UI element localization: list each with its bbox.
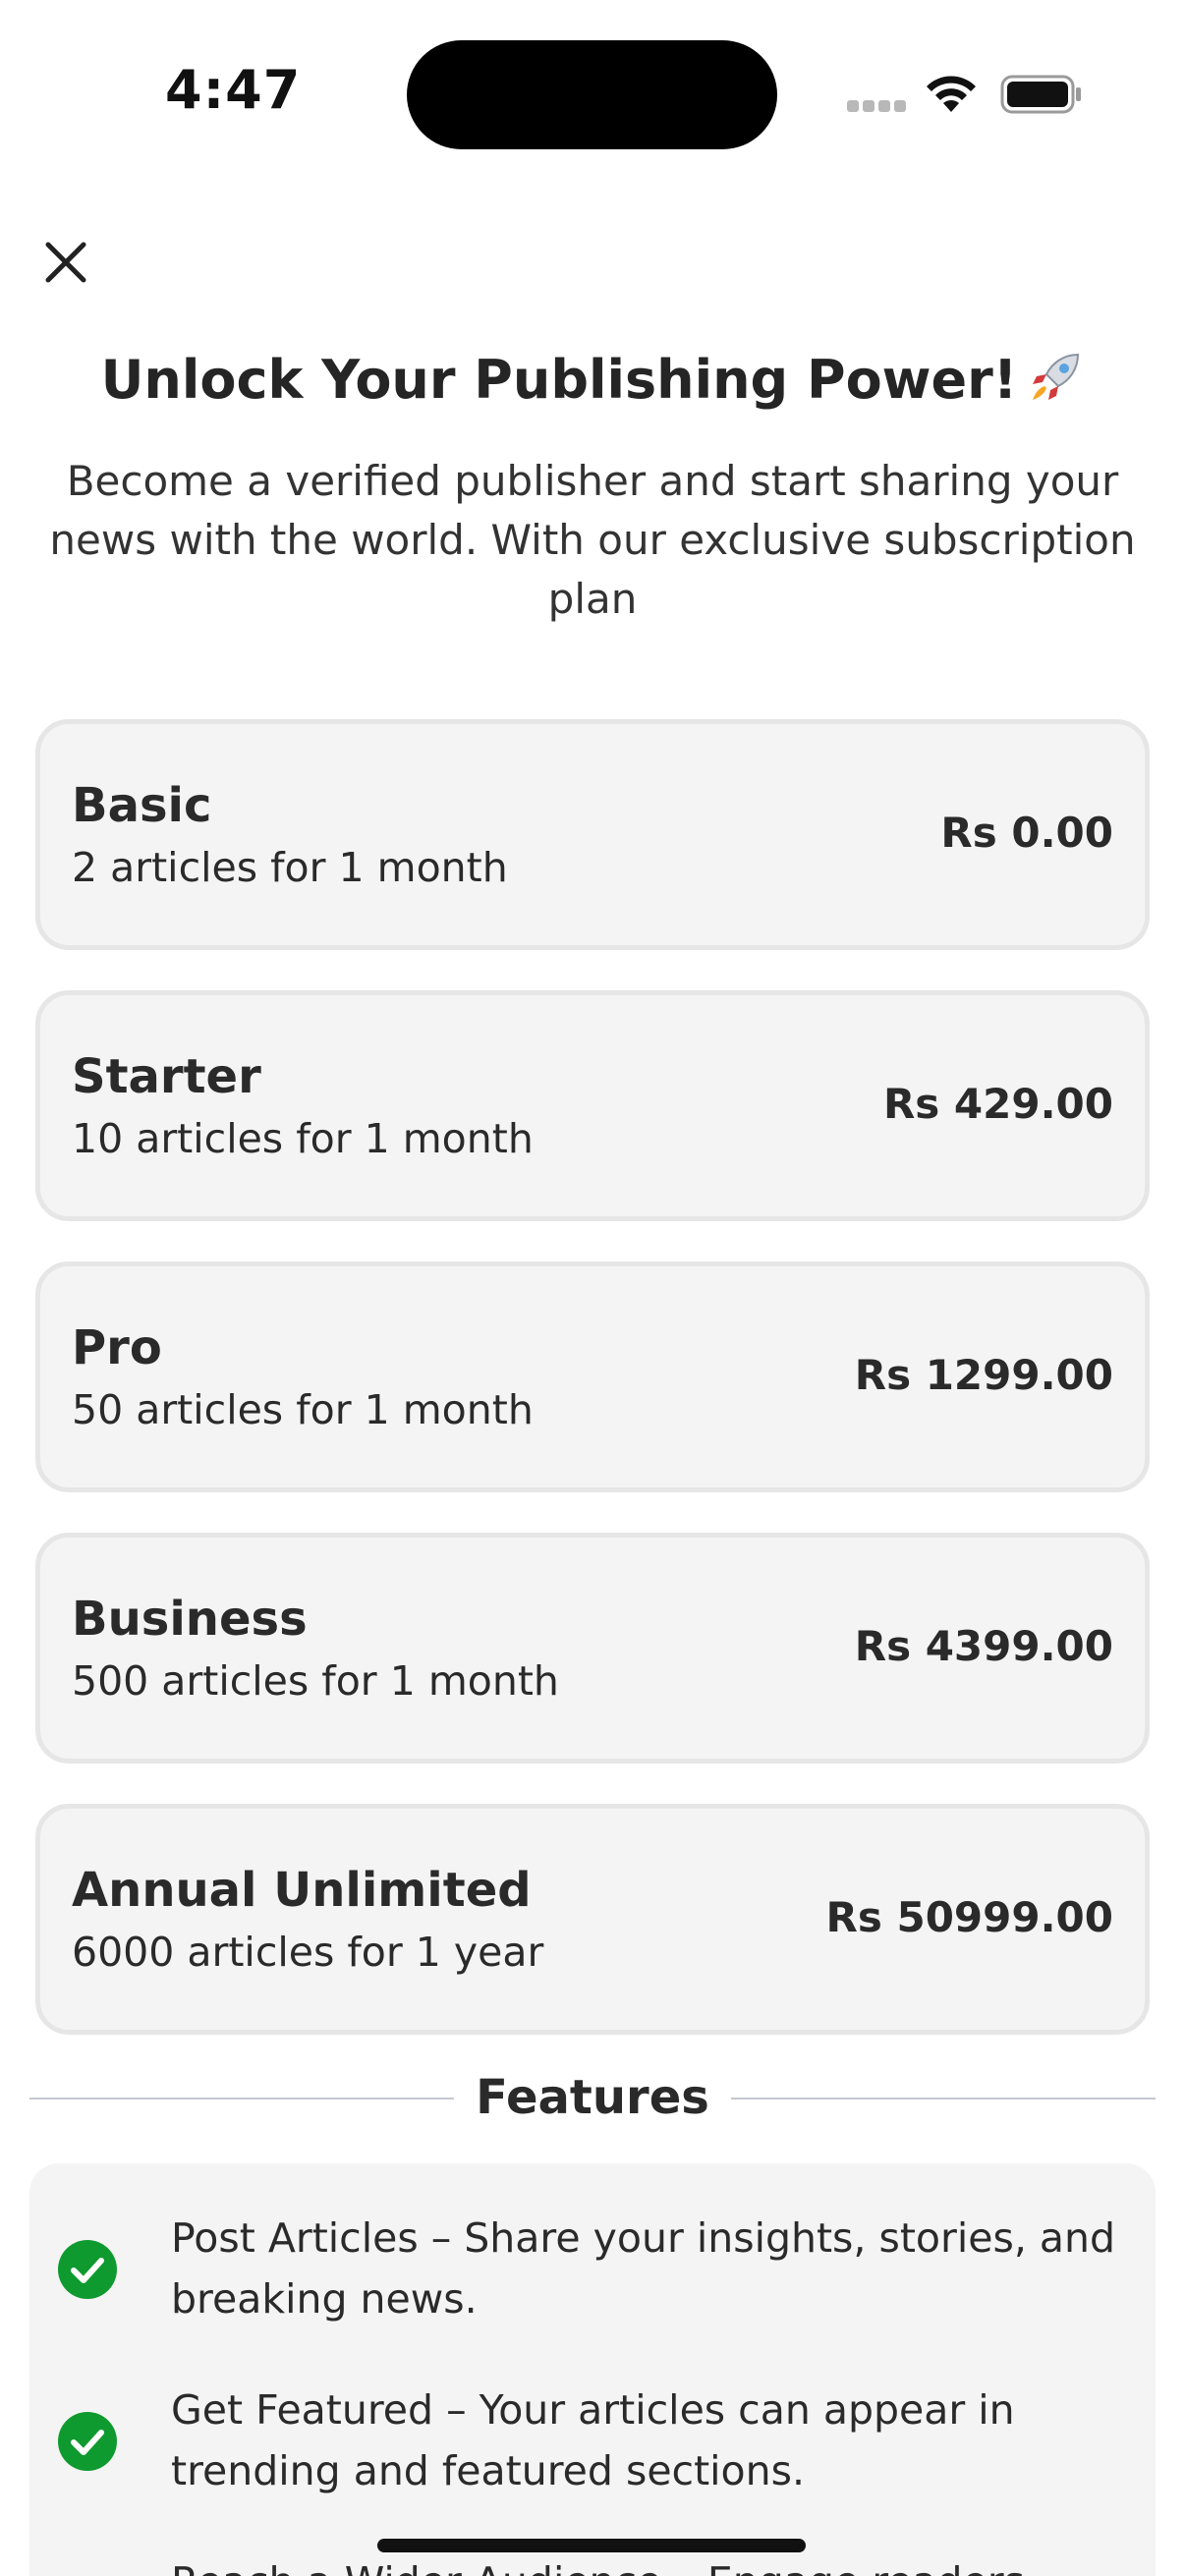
wifi-icon — [927, 76, 976, 112]
plan-name: Pro — [72, 1320, 162, 1375]
plan-description: 6000 articles for 1 year — [72, 1929, 544, 1976]
status-bar: 4:47 — [0, 0, 1185, 187]
plan-description: 10 articles for 1 month — [72, 1115, 534, 1162]
plan-card-pro[interactable]: Pro 50 articles for 1 month Rs 1299.00 — [35, 1261, 1150, 1492]
page-title-text: Unlock Your Publishing Power! — [100, 349, 1018, 411]
plan-description: 500 articles for 1 month — [72, 1657, 559, 1705]
plan-name: Business — [72, 1592, 308, 1647]
cellular-signal-icon — [847, 100, 908, 114]
plan-description: 2 articles for 1 month — [72, 844, 508, 891]
plan-price: Rs 0.00 — [940, 809, 1113, 857]
feature-text: Reach a Wider Audience – Engage readers — [171, 2551, 1134, 2576]
plan-card-starter[interactable]: Starter 10 articles for 1 month Rs 429.0… — [35, 990, 1150, 1221]
feature-text: Get Featured – Your articles can appear … — [171, 2386, 1015, 2494]
home-indicator[interactable] — [377, 2539, 806, 2552]
plan-name: Annual Unlimited — [72, 1863, 532, 1918]
divider-line-right — [731, 2098, 1156, 2100]
check-circle-icon — [58, 2412, 117, 2471]
dynamic-island — [407, 40, 777, 149]
plan-name: Basic — [72, 778, 212, 833]
rocket-icon — [1033, 353, 1080, 400]
plan-card-basic[interactable]: Basic 2 articles for 1 month Rs 0.00 — [35, 719, 1150, 950]
plan-name: Starter — [72, 1049, 261, 1104]
plan-price: Rs 50999.00 — [825, 1893, 1113, 1941]
page-subtitle: Become a verified publisher and start sh… — [49, 457, 1136, 623]
features-heading: Features — [476, 2070, 709, 2125]
divider-line-left — [29, 2098, 454, 2100]
plan-price: Rs 4399.00 — [854, 1622, 1113, 1670]
plan-description: 50 articles for 1 month — [72, 1386, 534, 1433]
close-icon[interactable] — [39, 236, 92, 289]
page-title: Unlock Your Publishing Power! — [0, 349, 1185, 411]
features-divider: Features — [29, 2058, 1156, 2137]
subscription-screen: 4:47 Unlock Your Publishing Power! Becom… — [0, 0, 1185, 2576]
plan-card-annual-unlimited[interactable]: Annual Unlimited 6000 articles for 1 yea… — [35, 1804, 1150, 2035]
plan-price: Rs 429.00 — [882, 1080, 1113, 1128]
feature-text: Post Articles – Share your insights, sto… — [171, 2214, 1116, 2323]
check-circle-icon — [58, 2240, 117, 2299]
features-list: Post Articles – Share your insights, sto… — [29, 2163, 1156, 2576]
battery-icon — [1000, 75, 1081, 114]
plan-card-business[interactable]: Business 500 articles for 1 month Rs 439… — [35, 1533, 1150, 1764]
plan-price: Rs 1299.00 — [854, 1351, 1113, 1399]
status-time: 4:47 — [165, 59, 302, 121]
